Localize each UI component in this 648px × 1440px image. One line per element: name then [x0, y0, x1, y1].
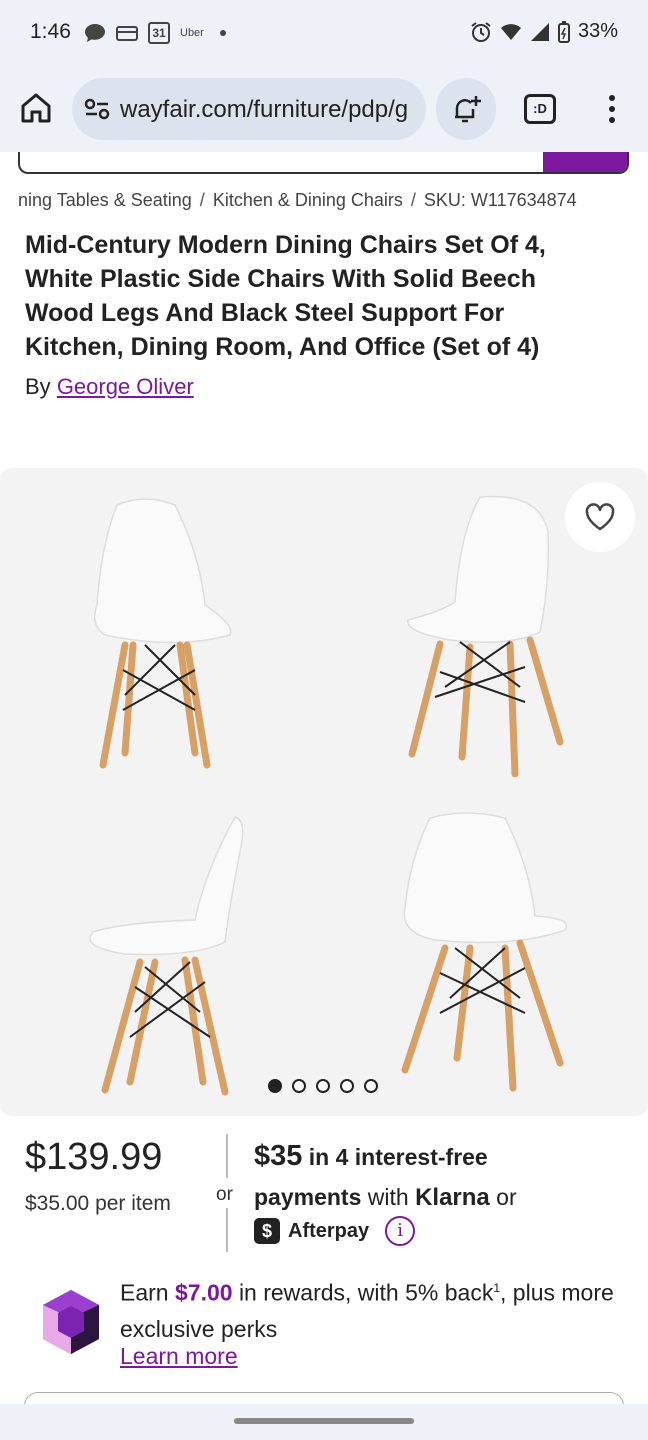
- product-byline: By George Oliver: [25, 374, 194, 400]
- tab-switcher-button[interactable]: :D: [524, 94, 556, 124]
- installment-text: in 4 interest-free: [308, 1144, 488, 1170]
- wifi-icon: [500, 23, 521, 40]
- product-image-chair-front: [94, 498, 232, 769]
- breadcrumb: ning Tables & Seating / Kitchen & Dining C…: [18, 190, 630, 211]
- url-text[interactable]: wayfair.com/furniture/pdp/g: [120, 96, 408, 124]
- payments-word: payments: [254, 1184, 362, 1210]
- rewards-amount: $7.00: [174, 1279, 233, 1306]
- status-bar: 1:46 31 Uber 33%: [0, 0, 648, 66]
- with-word: with: [367, 1184, 409, 1210]
- more-options-icon[interactable]: [600, 92, 624, 126]
- battery-percent: 33%: [577, 20, 618, 42]
- afterpay-logo-icon: $: [254, 1218, 280, 1244]
- breadcrumb-item[interactable]: Kitchen & Dining Chairs: [213, 190, 403, 210]
- learn-more-link[interactable]: Learn more: [120, 1343, 238, 1370]
- installment-amount: $35: [254, 1140, 303, 1172]
- product-price: $139.99: [25, 1136, 163, 1178]
- gallery-dot[interactable]: [268, 1079, 282, 1093]
- notification-add-button[interactable]: [436, 78, 496, 140]
- price-per-item: $35.00 per item: [25, 1192, 171, 1215]
- by-label: By: [25, 374, 51, 399]
- or-word: or: [496, 1184, 517, 1210]
- product-image-chair-back: [401, 812, 568, 1092]
- dot-icon: [219, 30, 226, 36]
- rewards-gem-icon: [43, 1290, 99, 1354]
- status-time: 1:46: [30, 20, 71, 43]
- browser-toolbar: wayfair.com/furniture/pdp/g :D: [0, 66, 648, 152]
- notification-icons: 31 Uber: [84, 22, 226, 44]
- gallery-pagination: [268, 1079, 378, 1093]
- breadcrumb-item[interactable]: ning Tables & Seating: [18, 190, 192, 210]
- brand-link[interactable]: George Oliver: [57, 374, 194, 399]
- site-settings-icon[interactable]: [84, 98, 110, 120]
- rewards-footnote: 1: [493, 1281, 501, 1295]
- afterpay-label: Afterpay: [288, 1219, 370, 1242]
- rewards-text: Earn $7.00 in rewards, with 5% back1, pl…: [120, 1270, 620, 1347]
- product-image-chair-angle: [407, 495, 564, 777]
- gallery-dot[interactable]: [292, 1079, 306, 1093]
- installment-offer: $35 in 4 interest-free payments with Kla…: [254, 1136, 624, 1218]
- divider: [226, 1134, 228, 1178]
- divider: [226, 1208, 228, 1252]
- address-bar[interactable]: wayfair.com/furniture/pdp/g: [72, 78, 426, 140]
- alarm-icon: [471, 21, 491, 42]
- breadcrumb-separator: /: [410, 190, 416, 210]
- chat-icon: [85, 24, 105, 42]
- product-image-chair-side: [89, 816, 244, 1096]
- search-button[interactable]: [543, 152, 627, 172]
- klarna-logo: Klarna: [415, 1184, 490, 1211]
- gesture-nav-bar: [0, 1404, 648, 1440]
- heart-icon: [585, 503, 615, 531]
- bell-plus-icon: [455, 96, 481, 123]
- battery-icon: [557, 20, 570, 43]
- rewards-earn: Earn: [120, 1279, 169, 1306]
- system-icons: 33%: [470, 20, 618, 43]
- uber-icon: Uber: [180, 27, 204, 39]
- afterpay-row: $ Afterpay i: [254, 1216, 416, 1246]
- search-bar-remnant[interactable]: [18, 152, 629, 174]
- breadcrumb-separator: /: [199, 190, 205, 210]
- signal-icon: [530, 22, 549, 41]
- home-icon[interactable]: [18, 90, 54, 126]
- gallery-dot[interactable]: [340, 1079, 354, 1093]
- or-label: or: [216, 1184, 233, 1205]
- rewards-text-after: in rewards, with 5% back: [238, 1279, 494, 1306]
- wallet-icon: [116, 26, 138, 41]
- info-icon[interactable]: i: [385, 1216, 416, 1246]
- gallery-dot[interactable]: [364, 1079, 378, 1093]
- home-gesture-pill[interactable]: [234, 1418, 414, 1424]
- breadcrumb-sku: SKU: W117634874: [423, 190, 577, 210]
- product-title: Mid-Century Modern Dining Chairs Set Of …: [25, 231, 546, 361]
- favorite-button[interactable]: [565, 482, 635, 552]
- gallery-dot[interactable]: [316, 1079, 330, 1093]
- calendar-icon: 31: [148, 22, 170, 44]
